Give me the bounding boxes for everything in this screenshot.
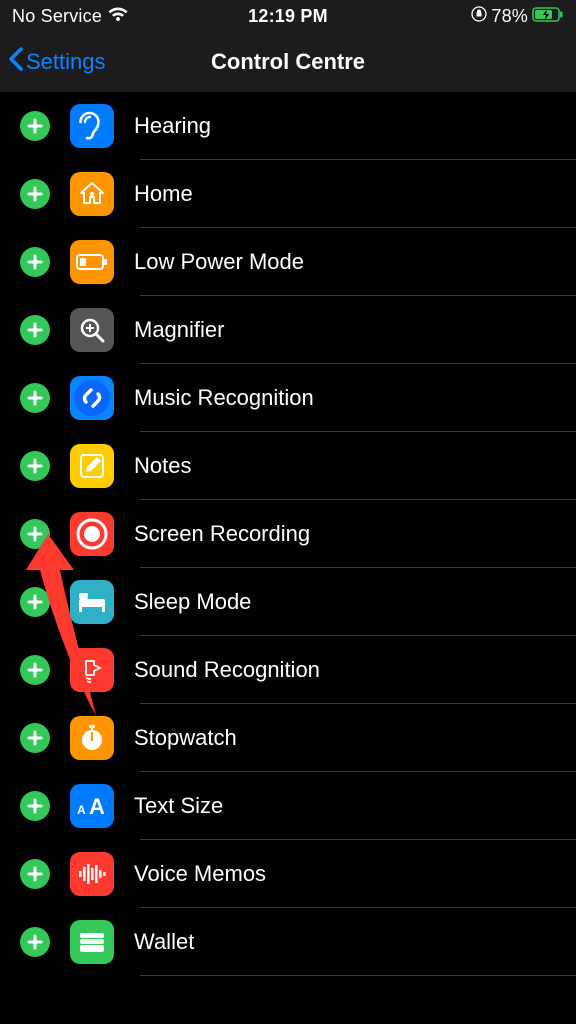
add-button[interactable] xyxy=(20,383,50,413)
list-item: Stopwatch xyxy=(0,704,576,772)
add-button[interactable] xyxy=(20,791,50,821)
record-icon xyxy=(70,512,114,556)
add-button[interactable] xyxy=(20,315,50,345)
sound-wave-icon xyxy=(70,648,114,692)
nav-bar: Settings Control Centre xyxy=(0,32,576,92)
list-item: Screen Recording xyxy=(0,500,576,568)
list-item: Home xyxy=(0,160,576,228)
status-time: 12:19 PM xyxy=(248,6,328,27)
add-button[interactable] xyxy=(20,179,50,209)
add-button[interactable] xyxy=(20,519,50,549)
list-item: Sound Recognition xyxy=(0,636,576,704)
list-item: Music Recognition xyxy=(0,364,576,432)
list-item: Low Power Mode xyxy=(0,228,576,296)
battery-low-icon xyxy=(70,240,114,284)
notes-icon xyxy=(70,444,114,488)
item-label: Stopwatch xyxy=(134,725,237,751)
orientation-lock-icon xyxy=(471,6,487,27)
status-bar: No Service 12:19 PM 78% xyxy=(0,0,576,32)
list-item: Hearing xyxy=(0,92,576,160)
item-label: Sound Recognition xyxy=(134,657,320,683)
wallet-icon xyxy=(70,920,114,964)
add-button[interactable] xyxy=(20,587,50,617)
list-item: Sleep Mode xyxy=(0,568,576,636)
stopwatch-icon xyxy=(70,716,114,760)
magnifier-plus-icon xyxy=(70,308,114,352)
house-icon xyxy=(70,172,114,216)
list-item: Wallet xyxy=(0,908,576,976)
item-label: Music Recognition xyxy=(134,385,314,411)
add-button[interactable] xyxy=(20,247,50,277)
more-controls-list: Hearing Home Low Power Mode Magnifier Music … xyxy=(0,92,576,976)
waveform-icon xyxy=(70,852,114,896)
divider xyxy=(140,975,576,976)
item-label: Notes xyxy=(134,453,191,479)
item-label: Home xyxy=(134,181,193,207)
item-label: Text Size xyxy=(134,793,223,819)
battery-icon xyxy=(532,6,564,27)
shazam-icon xyxy=(70,376,114,420)
svg-text:A: A xyxy=(89,794,105,818)
item-label: Voice Memos xyxy=(134,861,266,887)
item-label: Hearing xyxy=(134,113,211,139)
item-label: Screen Recording xyxy=(134,521,310,547)
list-item: Magnifier xyxy=(0,296,576,364)
status-left: No Service xyxy=(12,6,128,27)
item-label: Low Power Mode xyxy=(134,249,304,275)
add-button[interactable] xyxy=(20,655,50,685)
svg-text:A: A xyxy=(77,803,86,817)
text-size-icon: AA xyxy=(70,784,114,828)
back-label: Settings xyxy=(26,49,106,75)
item-label: Magnifier xyxy=(134,317,224,343)
item-label: Wallet xyxy=(134,929,194,955)
add-button[interactable] xyxy=(20,111,50,141)
add-button[interactable] xyxy=(20,927,50,957)
battery-percent: 78% xyxy=(491,6,528,27)
ear-icon xyxy=(70,104,114,148)
list-item: AA Text Size xyxy=(0,772,576,840)
bed-icon xyxy=(70,580,114,624)
item-label: Sleep Mode xyxy=(134,589,251,615)
list-item: Voice Memos xyxy=(0,840,576,908)
add-button[interactable] xyxy=(20,451,50,481)
carrier-status: No Service xyxy=(12,6,102,27)
add-button[interactable] xyxy=(20,859,50,889)
page-title: Control Centre xyxy=(211,49,365,75)
wifi-icon xyxy=(108,6,128,27)
chevron-left-icon xyxy=(8,47,24,77)
add-button[interactable] xyxy=(20,723,50,753)
back-button[interactable]: Settings xyxy=(8,47,106,77)
list-item: Notes xyxy=(0,432,576,500)
status-right: 78% xyxy=(471,6,564,27)
